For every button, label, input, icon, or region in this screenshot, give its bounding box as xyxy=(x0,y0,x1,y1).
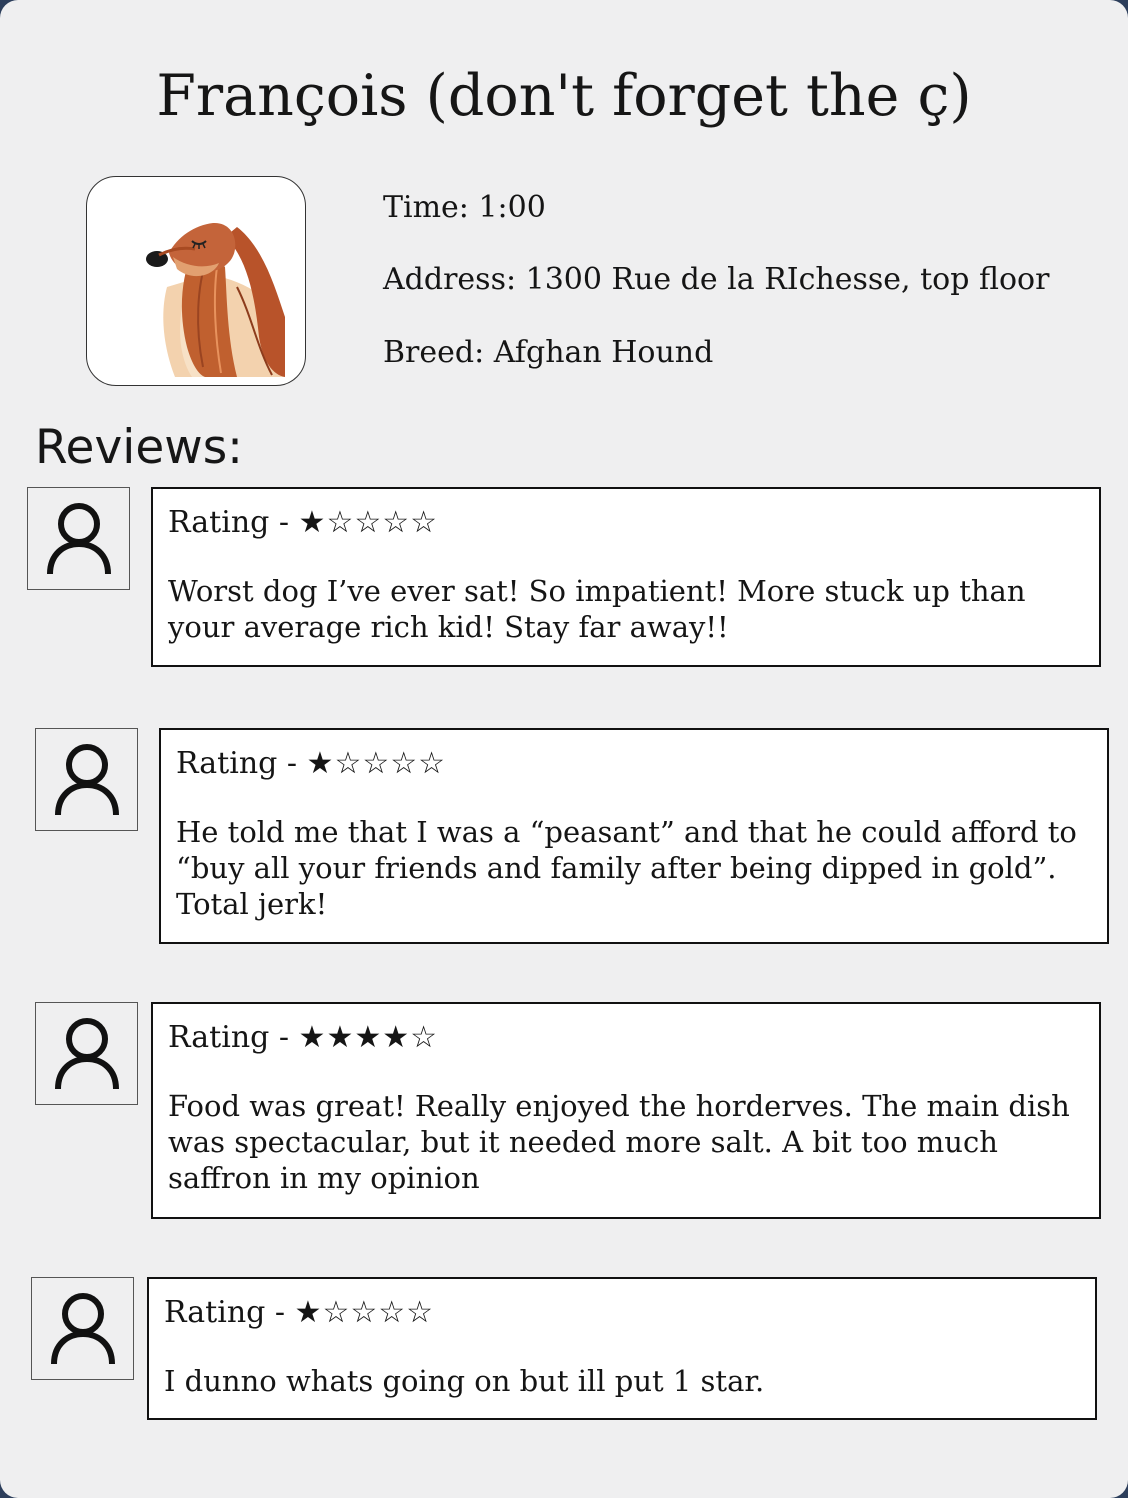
review-card: Rating - ★☆☆☆☆ He told me that I was a “… xyxy=(159,728,1109,944)
review-text: Worst dog I’ve ever sat! So impatient! M… xyxy=(168,574,1026,644)
star-rating-icon: ★☆☆☆☆ xyxy=(298,505,439,540)
rating-label: Rating - xyxy=(168,1020,299,1055)
user-icon xyxy=(55,744,119,816)
appointment-time: Time: 1:00 xyxy=(383,190,546,225)
review-text: Food was great! Really enjoyed the horde… xyxy=(168,1089,1070,1195)
rating-line: Rating - ★☆☆☆☆ xyxy=(164,1293,1081,1333)
profile-card: François (don't forget the ç) Time: 1:00… xyxy=(0,0,1128,1498)
reviewer-avatar[interactable] xyxy=(27,487,130,590)
page-title: François (don't forget the ç) xyxy=(156,63,972,129)
rating-line: Rating - ★☆☆☆☆ xyxy=(176,744,1093,784)
review-card: Rating - ★★★★☆ Food was great! Really en… xyxy=(151,1002,1101,1219)
rating-label: Rating - xyxy=(168,505,299,540)
rating-label: Rating - xyxy=(164,1295,295,1330)
star-rating-icon: ★☆☆☆☆ xyxy=(306,746,447,781)
appointment-address: Address: 1300 Rue de la RIchesse, top fl… xyxy=(383,262,1050,297)
dog-breed: Breed: Afghan Hound xyxy=(383,335,714,370)
reviewer-avatar[interactable] xyxy=(31,1277,134,1380)
review-text: He told me that I was a “peasant” and th… xyxy=(176,815,1077,921)
star-rating-icon: ★☆☆☆☆ xyxy=(294,1295,435,1330)
reviewer-avatar[interactable] xyxy=(35,1002,138,1105)
rating-line: Rating - ★☆☆☆☆ xyxy=(168,503,1085,543)
rating-label: Rating - xyxy=(176,746,307,781)
user-icon xyxy=(51,1293,115,1365)
review-card: Rating - ★☆☆☆☆ I dunno whats going on bu… xyxy=(147,1277,1097,1420)
star-rating-icon: ★★★★☆ xyxy=(298,1020,439,1055)
reviewer-avatar[interactable] xyxy=(35,728,138,831)
reviews-heading: Reviews: xyxy=(35,420,244,475)
dog-photo xyxy=(86,176,306,386)
review-card: Rating - ★☆☆☆☆ Worst dog I’ve ever sat! … xyxy=(151,487,1101,667)
user-icon xyxy=(47,503,111,575)
review-text: I dunno whats going on but ill put 1 sta… xyxy=(164,1364,765,1398)
rating-line: Rating - ★★★★☆ xyxy=(168,1018,1085,1058)
afghan-hound-illustration-icon xyxy=(146,222,285,377)
user-icon xyxy=(55,1018,119,1090)
